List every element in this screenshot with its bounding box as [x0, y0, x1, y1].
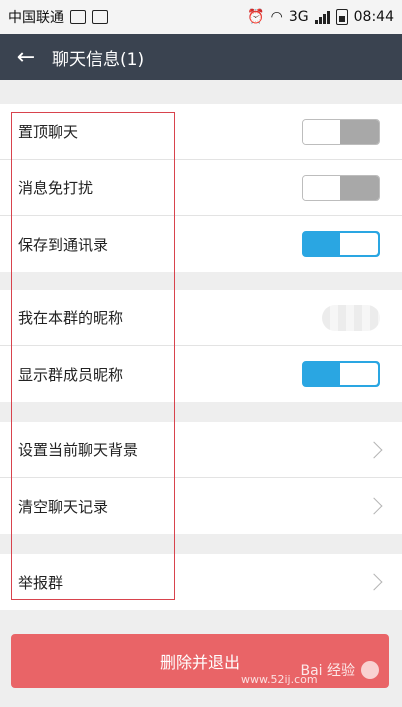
settings-content: 置顶聊天 消息免打扰 保存到通讯录 我在本群的昵称 显示群成员昵称 设置当前聊天…	[0, 80, 402, 707]
chevron-right-icon	[365, 497, 383, 515]
do-not-disturb-toggle[interactable]	[302, 174, 380, 201]
app-bar: ← 聊天信息(1)	[0, 34, 402, 80]
row-label: 设置当前聊天背景	[18, 441, 139, 459]
paw-icon	[361, 661, 379, 679]
row-label: 清空聊天记录	[18, 497, 109, 516]
delete-and-exit-label: 删除并退出	[159, 653, 240, 672]
row-label: 消息免打扰	[18, 179, 94, 197]
signal-icon	[314, 10, 330, 24]
save-to-contacts-toggle[interactable]	[302, 231, 380, 257]
carrier-label: 中国联通	[8, 10, 64, 26]
settings-group-2: 我在本群的昵称 显示群成员昵称	[0, 290, 402, 402]
wifi-icon: ◠	[270, 9, 283, 25]
status-left: 中国联通	[8, 7, 108, 27]
battery-icon	[335, 9, 348, 25]
row-label: 显示群成员昵称	[18, 365, 124, 384]
show-nicknames-toggle[interactable]	[302, 361, 380, 387]
sim-icon	[70, 10, 86, 24]
row-label: 举报群	[18, 573, 64, 592]
back-button[interactable]: ←	[0, 34, 52, 80]
status-bar: 中国联通 ⏰ ◠ 3G 08:44	[0, 0, 402, 34]
row-label: 我在本群的昵称	[18, 309, 124, 327]
watermark-site: www.52ij.com	[241, 673, 318, 686]
nickname-value-blurred	[322, 304, 380, 331]
clock-time: 08:44	[353, 9, 394, 25]
row-clear-history[interactable]: 清空聊天记录	[0, 478, 402, 534]
image-icon	[92, 10, 108, 24]
row-do-not-disturb[interactable]: 消息免打扰	[0, 160, 402, 216]
row-my-group-nickname[interactable]: 我在本群的昵称	[0, 290, 402, 346]
settings-group-3: 设置当前聊天背景 清空聊天记录	[0, 422, 402, 534]
back-arrow-icon: ←	[16, 44, 36, 70]
chevron-right-icon	[365, 441, 383, 458]
page-title: 聊天信息(1)	[52, 49, 145, 70]
settings-group-4: 举报群	[0, 554, 402, 610]
row-report-group[interactable]: 举报群	[0, 554, 402, 610]
network-label: 3G	[288, 9, 309, 25]
row-show-member-nicknames[interactable]: 显示群成员昵称	[0, 346, 402, 402]
row-label: 置顶聊天	[18, 123, 79, 141]
row-pin-chat[interactable]: 置顶聊天	[0, 104, 402, 160]
pin-chat-toggle[interactable]	[302, 118, 380, 145]
alarm-icon: ⏰	[247, 9, 265, 25]
settings-group-1: 置顶聊天 消息免打扰 保存到通讯录	[0, 104, 402, 272]
chevron-right-icon	[365, 573, 383, 591]
row-label: 保存到通讯录	[18, 235, 109, 254]
row-save-to-contacts[interactable]: 保存到通讯录	[0, 216, 402, 272]
delete-and-exit-button[interactable]: 删除并退出 Bai 经验 www.52ij.com	[11, 634, 389, 688]
row-chat-background[interactable]: 设置当前聊天背景	[0, 422, 402, 478]
status-right: ⏰ ◠ 3G 08:44	[247, 9, 394, 25]
